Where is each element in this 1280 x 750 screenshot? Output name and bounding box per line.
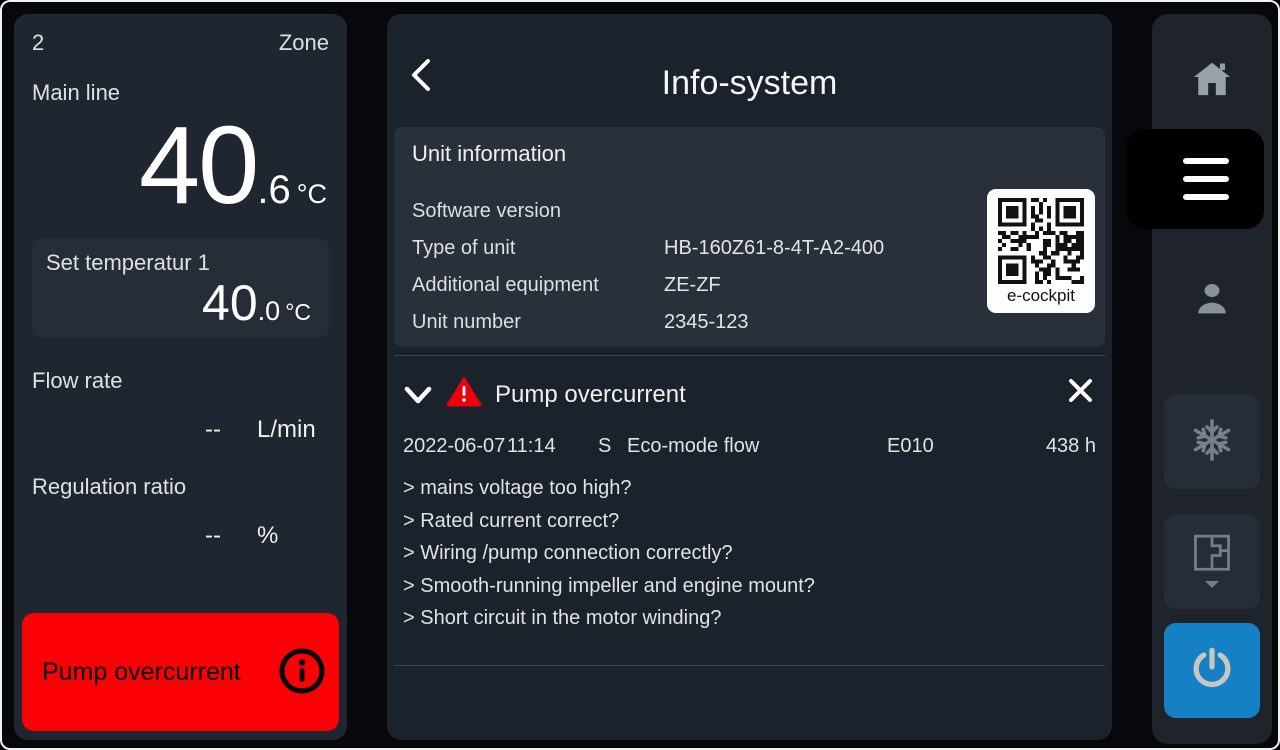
alarm-error-code: E010	[887, 435, 1029, 458]
unit-information-card: Unit information Software version Type o…	[394, 127, 1105, 347]
main-temp-decimal: .6	[257, 168, 290, 212]
alarm-hints: > mains voltage too high? > Rated curren…	[403, 472, 1096, 635]
info-system-panel: Info-system Unit information Software ve…	[387, 14, 1112, 740]
set-temp-value-row: 40.0°C	[46, 278, 315, 328]
device-screen: 2 Zone Main line 40.6°C Set temperatur 1…	[0, 0, 1280, 750]
flow-rate-unit: L/min	[257, 416, 329, 444]
cooling-button[interactable]	[1164, 394, 1260, 489]
power-icon	[1187, 644, 1237, 697]
alarm-meta-row: 2022-06-07 11:14 S Eco-mode flow E010 43…	[403, 435, 1096, 458]
user-button[interactable]	[1164, 253, 1260, 348]
alarm-mode: Eco-mode flow	[627, 435, 887, 458]
alarm-title: Pump overcurrent	[495, 381, 686, 409]
qr-code-label: e-cockpit	[1007, 286, 1075, 306]
flow-rate-label: Flow rate	[32, 368, 329, 394]
warning-triangle-icon	[446, 377, 482, 413]
screen-layout-icon	[1191, 532, 1233, 575]
zone-panel: 2 Zone Main line 40.6°C Set temperatur 1…	[14, 14, 347, 740]
regulation-ratio-row: -- %	[32, 522, 329, 550]
qr-code-card: e-cockpit	[987, 189, 1095, 313]
user-icon	[1189, 276, 1235, 325]
alarm-date: 2022-06-07	[403, 435, 507, 458]
screen-switch-button[interactable]	[1164, 514, 1260, 609]
row-value: 2345-123	[664, 311, 1087, 334]
info-icon[interactable]	[277, 646, 327, 699]
row-label: Additional equipment	[412, 274, 664, 297]
regulation-ratio-value: --	[205, 522, 221, 550]
row-label: Type of unit	[412, 237, 664, 260]
alarm-banner-label: Pump overcurrent	[42, 658, 241, 687]
table-row: Unit number 2345-123	[412, 304, 1087, 341]
list-item: > Short circuit in the motor winding?	[403, 602, 1096, 635]
alarm-time: 11:14	[507, 435, 598, 458]
main-temp-unit: °C	[291, 179, 327, 209]
snowflake-icon	[1189, 417, 1235, 466]
home-button[interactable]	[1164, 32, 1260, 127]
unit-information-title: Unit information	[412, 141, 1087, 167]
sidebar	[1152, 14, 1272, 744]
menu-icon	[1183, 158, 1229, 164]
set-temp-unit: °C	[280, 299, 311, 325]
unit-information-rows: Software version Type of unit HB-160Z61-…	[412, 193, 1087, 341]
chevron-down-icon[interactable]	[403, 386, 433, 405]
info-header: Info-system	[387, 14, 1112, 127]
regulation-ratio-unit: %	[257, 522, 329, 550]
table-row: Type of unit HB-160Z61-8-4T-A2-400	[412, 230, 1087, 267]
regulation-ratio-label: Regulation ratio	[32, 474, 329, 500]
set-temp-decimal: .0	[258, 296, 281, 326]
flow-rate-row: -- L/min	[32, 416, 329, 444]
list-item: > Wiring /pump connection correctly?	[403, 537, 1096, 570]
alarm-banner-button[interactable]: Pump overcurrent	[22, 613, 339, 731]
set-temperature-card[interactable]: Set temperatur 1 40.0°C	[32, 238, 329, 338]
row-label: Software version	[412, 200, 664, 223]
row-label: Unit number	[412, 311, 664, 334]
power-button[interactable]	[1164, 623, 1260, 718]
table-row: Additional equipment ZE-ZF	[412, 267, 1087, 304]
main-temp-value: 40	[139, 104, 257, 227]
zone-label: Zone	[279, 30, 329, 56]
list-item: > Smooth-running impeller and engine mou…	[403, 570, 1096, 603]
set-temp-label: Set temperatur 1	[46, 250, 315, 276]
list-item: > mains voltage too high?	[403, 472, 1096, 505]
zone-number: 2	[32, 30, 44, 56]
list-item: > Rated current correct?	[403, 505, 1096, 538]
page-title: Info-system	[387, 64, 1112, 103]
qr-code-image	[998, 198, 1084, 284]
chevron-down-small-icon	[1204, 577, 1220, 592]
flow-rate-value: --	[205, 416, 221, 444]
menu-button[interactable]	[1126, 129, 1264, 229]
set-temp-value: 40	[202, 275, 258, 331]
divider	[394, 665, 1105, 666]
alarm-hours: 438 h	[1029, 435, 1096, 458]
close-icon[interactable]	[1067, 377, 1094, 404]
main-line-temperature: 40.6°C	[32, 108, 329, 224]
table-row: Software version	[412, 193, 1087, 230]
alarm-section: Pump overcurrent 2022-06-07 11:14 S Eco-…	[387, 377, 1112, 635]
divider	[394, 355, 1105, 356]
alarm-header: Pump overcurrent	[403, 377, 1096, 413]
zone-header: 2 Zone	[32, 30, 329, 56]
home-icon	[1189, 57, 1235, 102]
main-line-label: Main line	[32, 80, 329, 106]
alarm-code-letter: S	[598, 435, 627, 458]
